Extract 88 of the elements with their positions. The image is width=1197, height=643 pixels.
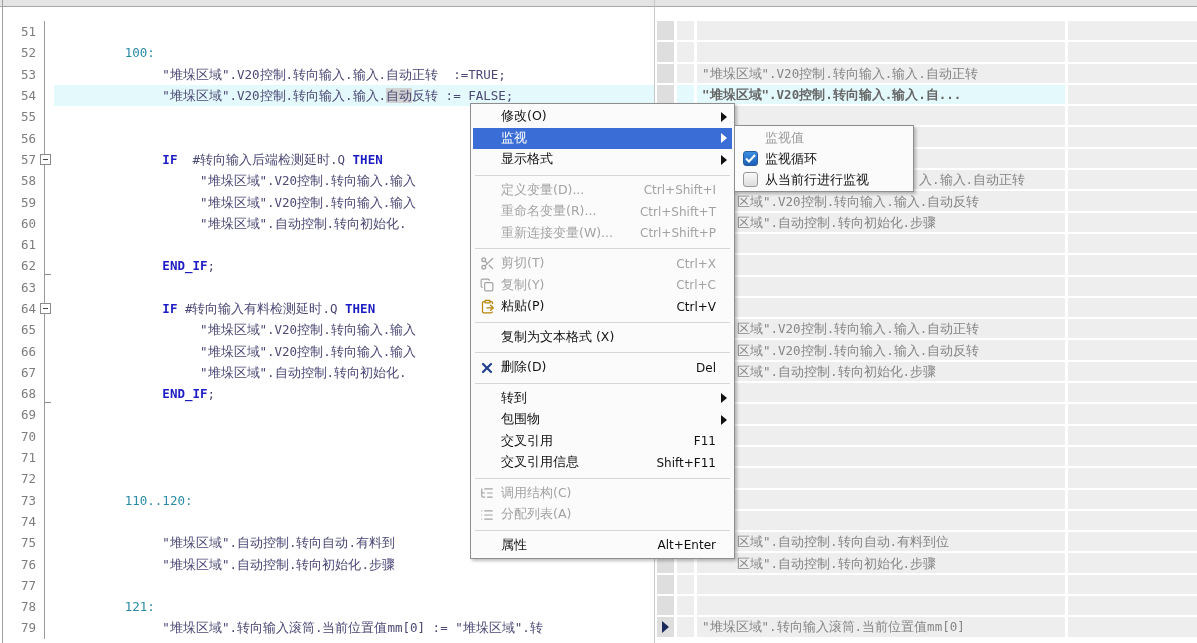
triangle-icon [662, 620, 669, 633]
line-number: 59 [19, 194, 36, 210]
line-number: 56 [19, 130, 36, 146]
caret-icon [721, 414, 727, 425]
collapse-icon[interactable] [39, 303, 51, 314]
menu-item[interactable]: 修改(O) [473, 106, 732, 128]
line-number: 78 [19, 599, 36, 615]
line-number: 76 [19, 556, 36, 572]
monitor-value: 区域".V20控制.转向输入.输入.自动反转 [737, 342, 980, 358]
monitor-value: 区域".自动控制.转向初始化.步骤 [737, 555, 937, 571]
menu-item[interactable]: 显示格式 [473, 149, 732, 171]
tree-list-icon [480, 486, 494, 501]
line-number: 77 [19, 577, 36, 593]
code-line: "堆垛区域".V20控制.转向输入.输入 [199, 173, 417, 189]
line-number: 51 [19, 24, 36, 40]
copy-icon [480, 278, 494, 293]
line-number: 72 [19, 471, 36, 487]
line-number: 66 [19, 343, 36, 359]
monitor-value: "堆垛区域".V20控制.转向输入.输入.自动正转 [702, 65, 978, 81]
caret-icon [721, 154, 727, 165]
monitor-value: 区域".自动控制.转向自动.有料到位 [737, 534, 950, 550]
menu-item[interactable]: 转到 [473, 387, 732, 409]
collapse-icon[interactable] [39, 153, 51, 165]
submenu-item[interactable]: 从当前行进行监视 [735, 169, 913, 190]
code-line: "堆垛区域".自动控制.转向初始化. [199, 364, 407, 380]
menu-item[interactable]: 交叉引用信息 Shift+F11 [473, 452, 732, 474]
menu-item[interactable]: 粘贴(P) Ctrl+V [473, 296, 732, 318]
line-number: 53 [19, 66, 36, 82]
line-number: 55 [19, 109, 36, 125]
code-line: "堆垛区域".V20控制.转向输入.输入 [199, 322, 417, 338]
line-number: 52 [19, 45, 36, 61]
code-line: "堆垛区域".V20控制.转向输入.输入.自动反转 := FALSE; [161, 88, 514, 104]
menu-item[interactable]: 复制为文本格式 (X) [473, 326, 732, 348]
menu-item[interactable]: 包围物 [473, 409, 732, 431]
code-line: "堆垛区域".V20控制.转向输入.输入.自动正转 :=TRUE; [161, 66, 506, 82]
code-line: 110..120: [123, 492, 193, 508]
line-number: 58 [19, 173, 36, 189]
line-number: 65 [19, 322, 36, 338]
menu-item[interactable]: 属性 Alt+Enter [473, 534, 732, 556]
line-number: 73 [19, 492, 36, 508]
line-number: 57 [19, 151, 36, 167]
code-line: 100: [123, 45, 155, 61]
line-number: 79 [19, 620, 36, 636]
clipboard-icon [479, 299, 495, 315]
checkbox[interactable] [742, 172, 758, 187]
monitor-value: "堆垛区域".V20控制.转向输入.输入.自... [702, 87, 962, 103]
caret-icon [721, 393, 727, 404]
menu-item[interactable]: 交叉引用 F11 [473, 430, 732, 452]
line-number: 68 [19, 386, 36, 402]
line-number: 71 [19, 450, 36, 466]
caret-icon [721, 111, 727, 122]
code-line: END_IF; [161, 258, 216, 274]
line-number: 69 [19, 407, 36, 423]
checkbox[interactable] [742, 151, 758, 166]
menu-item[interactable]: 监视 [473, 127, 732, 149]
code-line: END_IF; [161, 386, 216, 402]
code-line: IF #转向输入有料检测延时.Q THEN [161, 301, 376, 316]
code-line: IF #转向输入后端检测延时.Q THEN [161, 151, 383, 167]
monitor-value: "堆垛区域".转向输入滚筒.当前位置值mm[0] [702, 619, 965, 635]
code-line: "堆垛区域".自动控制.转向初始化.步骤 [161, 556, 395, 572]
menu-item[interactable]: 删除(D) Del [473, 357, 732, 379]
code-line: 121: [123, 599, 155, 615]
monitor-value: 区域".V20控制.转向输入.输入.自动反转 [737, 193, 980, 209]
monitor-value: 入.输入.自动正转 [919, 172, 1026, 188]
line-number: 74 [19, 513, 36, 529]
line-number: 67 [19, 364, 36, 380]
caret-icon [721, 133, 727, 144]
code-line: "堆垛区域".自动控制.转向自动.有料到 [161, 535, 395, 551]
line-number: 63 [19, 279, 36, 295]
code-line: "堆垛区域".自动控制.转向初始化. [199, 215, 407, 231]
code-line: "堆垛区域".V20控制.转向输入.输入 [199, 343, 417, 359]
line-number: 60 [19, 215, 36, 231]
code-line: "堆垛区域".转向输入滚筒.当前位置值mm[0] := "堆垛区域".转 [161, 620, 543, 636]
monitor-value: 区域".自动控制.转向初始化.步骤 [737, 214, 937, 230]
list-icon [480, 507, 494, 522]
line-number: 64 [19, 301, 36, 316]
line-number: 62 [19, 258, 36, 274]
grid-cell [677, 84, 694, 105]
submenu-item[interactable]: 监视循环 [735, 148, 913, 169]
scissors-icon [479, 256, 495, 272]
code-line: "堆垛区域".V20控制.转向输入.输入 [199, 194, 417, 210]
monitor-value: 区域".自动控制.转向初始化.步骤 [737, 363, 937, 379]
line-number: 75 [19, 535, 36, 551]
line-number: 54 [19, 88, 36, 104]
line-number: 70 [19, 428, 36, 444]
line-number: 61 [19, 237, 36, 253]
monitor-value: 区域".V20控制.转向输入.输入.自动正转 [737, 321, 980, 337]
check-icon [744, 154, 756, 163]
